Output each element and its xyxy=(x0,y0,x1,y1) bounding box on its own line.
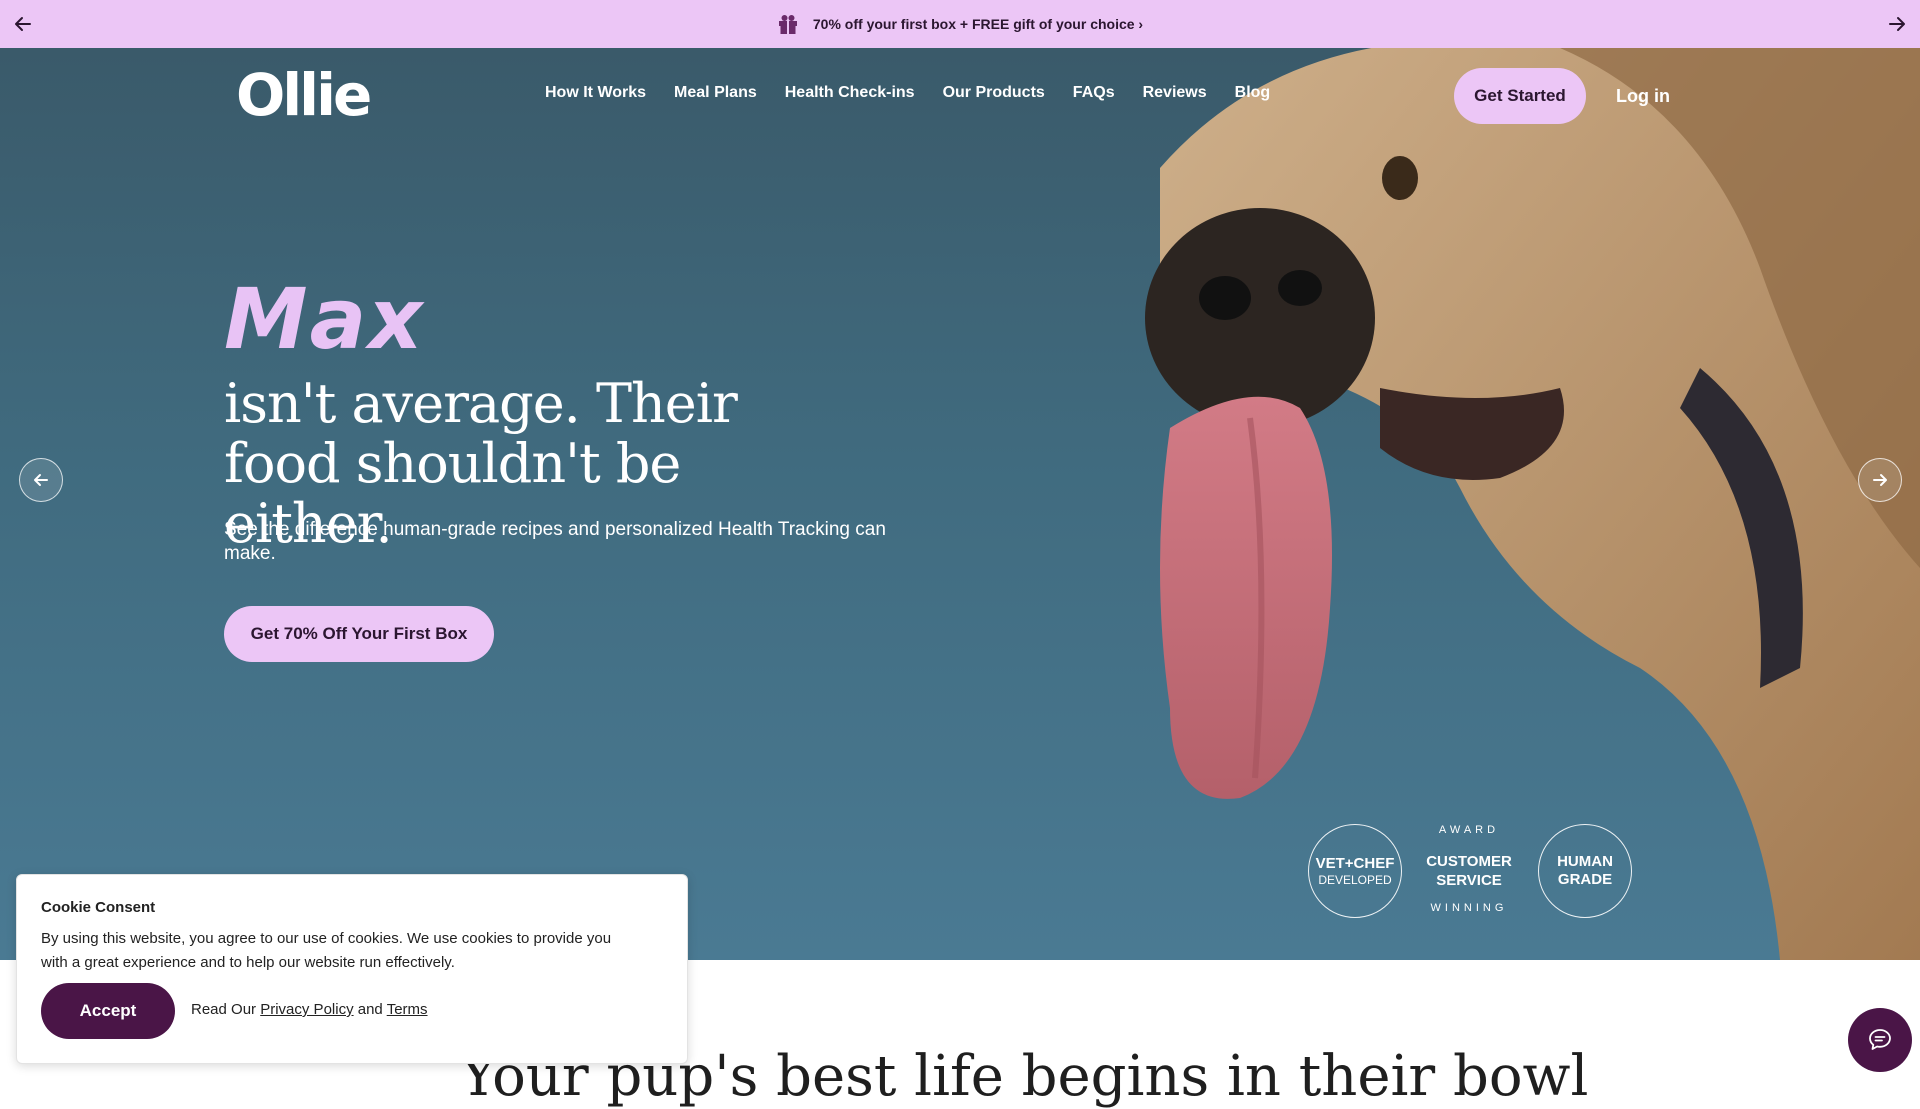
carousel-prev-button[interactable] xyxy=(19,458,63,502)
arrow-right-icon xyxy=(1889,17,1905,31)
hero-section: Ollie How It Works Meal Plans Health Che… xyxy=(0,48,1920,960)
get-offer-button[interactable]: Get 70% Off Your First Box xyxy=(224,606,494,662)
arrow-left-icon xyxy=(15,17,31,31)
nav-health-check-ins[interactable]: Health Check-ins xyxy=(785,84,915,102)
human-grade-badge: HUMAN GRADE xyxy=(1538,824,1632,918)
chat-icon xyxy=(1869,1029,1891,1050)
nav-meal-plans[interactable]: Meal Plans xyxy=(674,84,757,102)
banner-next-button[interactable] xyxy=(1883,10,1911,38)
cookie-body: By using this website, you agree to our … xyxy=(41,930,612,971)
nav-how-it-works[interactable]: How It Works xyxy=(545,84,646,102)
promo-message[interactable]: 70% off your first box + FREE gift of yo… xyxy=(777,13,1143,35)
read-our-label: Read Our xyxy=(191,1001,257,1018)
promo-banner: 70% off your first box + FREE gift of yo… xyxy=(0,0,1920,48)
human-grade-label: HUMAN GRADE xyxy=(1557,853,1613,888)
and-label: and xyxy=(357,1001,383,1018)
terms-link[interactable]: Terms xyxy=(387,1001,428,1018)
cookie-consent-dialog: Cookie Consent By using this website, yo… xyxy=(16,874,688,1064)
arrow-left-icon xyxy=(34,474,48,486)
main-nav: How It Works Meal Plans Health Check-ins… xyxy=(545,84,1270,102)
nav-our-products[interactable]: Our Products xyxy=(943,84,1045,102)
vet-chef-label: VET+CHEF xyxy=(1315,855,1395,872)
award-bottom-label: WINNING xyxy=(1430,902,1508,914)
get-started-button[interactable]: Get Started xyxy=(1454,68,1586,124)
gift-icon xyxy=(778,15,797,34)
award-main-label: CUSTOMER SERVICE xyxy=(1426,853,1512,889)
nav-reviews[interactable]: Reviews xyxy=(1143,84,1207,102)
developed-label: DEVELOPED xyxy=(1318,873,1392,887)
accept-cookies-button[interactable]: Accept xyxy=(41,983,175,1039)
nav-faqs[interactable]: FAQs xyxy=(1073,84,1115,102)
pet-name: Max xyxy=(224,270,425,368)
carousel-next-button[interactable] xyxy=(1858,458,1902,502)
privacy-policy-link[interactable]: Privacy Policy xyxy=(260,1001,353,1018)
arrow-right-icon xyxy=(1873,474,1887,486)
vet-chef-badge: VET+CHEF DEVELOPED xyxy=(1308,824,1402,918)
ollie-logo[interactable]: Ollie xyxy=(236,66,372,124)
award-badge: AWARD CUSTOMER SERVICE WINNING xyxy=(1419,822,1519,922)
login-link[interactable]: Log in xyxy=(1616,86,1670,107)
promo-text[interactable]: 70% off your first box + FREE gift of yo… xyxy=(813,16,1143,32)
cookie-links: Read Our Privacy Policy and Terms xyxy=(191,1001,428,1018)
chat-button[interactable] xyxy=(1848,1008,1912,1072)
banner-prev-button[interactable] xyxy=(9,10,37,38)
award-top-label: AWARD xyxy=(1438,824,1500,836)
cookie-title: Cookie Consent xyxy=(41,899,156,916)
nav-blog[interactable]: Blog xyxy=(1235,84,1271,102)
hero-subtext: See the difference human-grade recipes a… xyxy=(224,519,886,564)
